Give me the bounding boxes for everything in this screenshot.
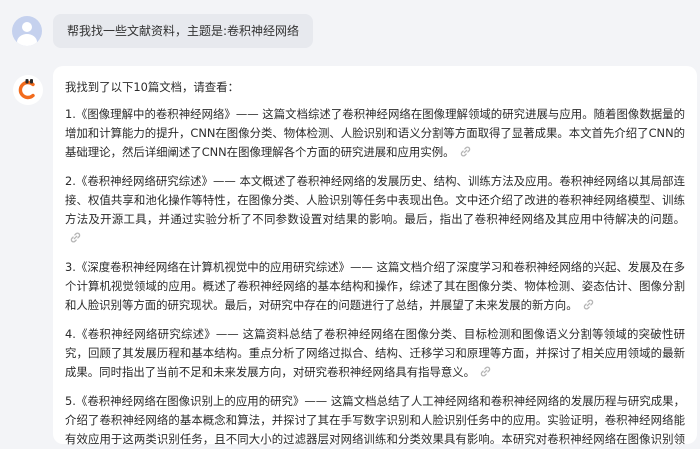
reference-item: 4.《卷积神经网络研究综述》—— 这篇资料总结了卷积神经网络在图像分类、目标检测… (65, 325, 685, 384)
reference-list: 1.《图像理解中的卷积神经网络》—— 这篇文档综述了卷积神经网络在图像理解领域的… (65, 105, 685, 449)
reference-item: 1.《图像理解中的卷积神经网络》—— 这篇文档综述了卷积神经网络在图像理解领域的… (65, 105, 685, 164)
answer-intro: 我找到了以下10篇文档，请查看： (65, 80, 239, 94)
reference-text: 1.《图像理解中的卷积神经网络》—— 这篇文档综述了卷积神经网络在图像理解领域的… (65, 107, 685, 159)
link-icon[interactable] (69, 231, 82, 250)
link-icon[interactable] (479, 365, 492, 384)
reference-text: 4.《卷积神经网络研究综述》—— 这篇资料总结了卷积神经网络在图像分类、目标检测… (65, 327, 685, 379)
reference-item: 2.《卷积神经网络研究综述》—— 本文概述了卷积神经网络的发展历史、结构、训练方… (65, 172, 685, 250)
reference-item: 3.《深度卷积神经网络在计算机视觉中的应用研究综述》—— 这篇文档介绍了深度学习… (65, 258, 685, 317)
reference-text: 5.《卷积神经网络在图像识别上的应用的研究》—— 这篇文档总结了人工神经网络和卷… (65, 394, 685, 446)
link-icon[interactable] (459, 145, 472, 164)
assistant-answer-card: 我找到了以下10篇文档，请查看： 1.《图像理解中的卷积神经网络》—— 这篇文档… (53, 66, 697, 446)
user-avatar-icon (12, 16, 42, 46)
avatar-body (17, 34, 37, 46)
link-icon[interactable] (582, 298, 595, 317)
reference-item: 5.《卷积神经网络在图像识别上的应用的研究》—— 这篇文档总结了人工神经网络和卷… (65, 392, 685, 449)
user-message-bubble: 帮我找一些文献资料，主题是:卷积神经网络 (53, 14, 314, 48)
reference-text: 2.《卷积神经网络研究综述》—— 本文概述了卷积神经网络的发展历史、结构、训练方… (65, 174, 685, 226)
assistant-logo-icon (13, 75, 43, 105)
avatar-head (22, 22, 32, 32)
